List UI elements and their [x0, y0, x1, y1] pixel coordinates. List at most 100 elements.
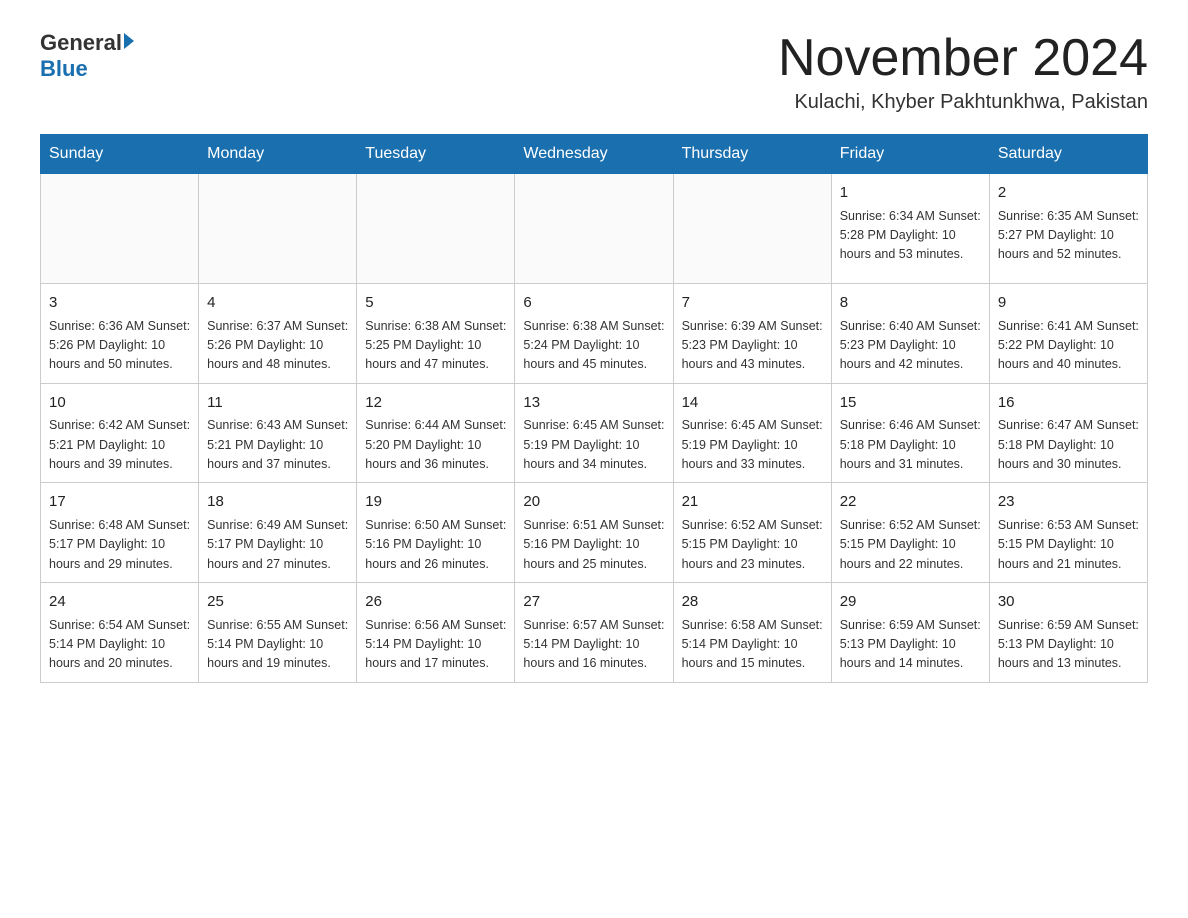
- day-cell: 13Sunrise: 6:45 AM Sunset: 5:19 PM Dayli…: [515, 383, 673, 483]
- day-info: Sunrise: 6:57 AM Sunset: 5:14 PM Dayligh…: [523, 616, 664, 674]
- day-number: 7: [682, 292, 823, 315]
- day-number: 8: [840, 292, 981, 315]
- calendar-table: SundayMondayTuesdayWednesdayThursdayFrid…: [40, 134, 1148, 683]
- day-cell: 16Sunrise: 6:47 AM Sunset: 5:18 PM Dayli…: [989, 383, 1147, 483]
- day-info: Sunrise: 6:49 AM Sunset: 5:17 PM Dayligh…: [207, 516, 348, 574]
- day-cell: 9Sunrise: 6:41 AM Sunset: 5:22 PM Daylig…: [989, 284, 1147, 384]
- week-row-2: 3Sunrise: 6:36 AM Sunset: 5:26 PM Daylig…: [41, 284, 1148, 384]
- day-info: Sunrise: 6:34 AM Sunset: 5:28 PM Dayligh…: [840, 207, 981, 265]
- day-cell: 11Sunrise: 6:43 AM Sunset: 5:21 PM Dayli…: [199, 383, 357, 483]
- day-info: Sunrise: 6:40 AM Sunset: 5:23 PM Dayligh…: [840, 317, 981, 375]
- day-cell: 15Sunrise: 6:46 AM Sunset: 5:18 PM Dayli…: [831, 383, 989, 483]
- day-number: 6: [523, 292, 664, 315]
- day-number: 3: [49, 292, 190, 315]
- week-row-4: 17Sunrise: 6:48 AM Sunset: 5:17 PM Dayli…: [41, 483, 1148, 583]
- day-info: Sunrise: 6:50 AM Sunset: 5:16 PM Dayligh…: [365, 516, 506, 574]
- day-number: 13: [523, 392, 664, 415]
- weekday-header-monday: Monday: [199, 135, 357, 174]
- day-cell: 10Sunrise: 6:42 AM Sunset: 5:21 PM Dayli…: [41, 383, 199, 483]
- day-number: 18: [207, 491, 348, 514]
- day-number: 14: [682, 392, 823, 415]
- day-number: 1: [840, 182, 981, 205]
- day-number: 20: [523, 491, 664, 514]
- day-cell: 3Sunrise: 6:36 AM Sunset: 5:26 PM Daylig…: [41, 284, 199, 384]
- day-cell: 25Sunrise: 6:55 AM Sunset: 5:14 PM Dayli…: [199, 583, 357, 683]
- week-row-5: 24Sunrise: 6:54 AM Sunset: 5:14 PM Dayli…: [41, 583, 1148, 683]
- location-text: Kulachi, Khyber Pakhtunkhwa, Pakistan: [778, 91, 1148, 114]
- day-cell: 30Sunrise: 6:59 AM Sunset: 5:13 PM Dayli…: [989, 583, 1147, 683]
- day-cell: 26Sunrise: 6:56 AM Sunset: 5:14 PM Dayli…: [357, 583, 515, 683]
- day-number: 4: [207, 292, 348, 315]
- logo: General Blue: [40, 30, 134, 82]
- day-cell: 23Sunrise: 6:53 AM Sunset: 5:15 PM Dayli…: [989, 483, 1147, 583]
- day-number: 17: [49, 491, 190, 514]
- day-info: Sunrise: 6:48 AM Sunset: 5:17 PM Dayligh…: [49, 516, 190, 574]
- day-cell: 29Sunrise: 6:59 AM Sunset: 5:13 PM Dayli…: [831, 583, 989, 683]
- weekday-header-row: SundayMondayTuesdayWednesdayThursdayFrid…: [41, 135, 1148, 174]
- day-info: Sunrise: 6:38 AM Sunset: 5:24 PM Dayligh…: [523, 317, 664, 375]
- day-number: 27: [523, 591, 664, 614]
- day-info: Sunrise: 6:52 AM Sunset: 5:15 PM Dayligh…: [682, 516, 823, 574]
- weekday-header-tuesday: Tuesday: [357, 135, 515, 174]
- logo-general-text: General: [40, 30, 122, 56]
- day-info: Sunrise: 6:39 AM Sunset: 5:23 PM Dayligh…: [682, 317, 823, 375]
- weekday-header-saturday: Saturday: [989, 135, 1147, 174]
- day-info: Sunrise: 6:51 AM Sunset: 5:16 PM Dayligh…: [523, 516, 664, 574]
- weekday-header-friday: Friday: [831, 135, 989, 174]
- day-cell: 2Sunrise: 6:35 AM Sunset: 5:27 PM Daylig…: [989, 174, 1147, 284]
- day-cell: [41, 174, 199, 284]
- day-number: 28: [682, 591, 823, 614]
- day-number: 9: [998, 292, 1139, 315]
- day-cell: 5Sunrise: 6:38 AM Sunset: 5:25 PM Daylig…: [357, 284, 515, 384]
- day-number: 12: [365, 392, 506, 415]
- day-info: Sunrise: 6:43 AM Sunset: 5:21 PM Dayligh…: [207, 416, 348, 474]
- week-row-1: 1Sunrise: 6:34 AM Sunset: 5:28 PM Daylig…: [41, 174, 1148, 284]
- day-cell: [199, 174, 357, 284]
- weekday-header-wednesday: Wednesday: [515, 135, 673, 174]
- day-cell: 22Sunrise: 6:52 AM Sunset: 5:15 PM Dayli…: [831, 483, 989, 583]
- day-cell: 6Sunrise: 6:38 AM Sunset: 5:24 PM Daylig…: [515, 284, 673, 384]
- title-block: November 2024 Kulachi, Khyber Pakhtunkhw…: [778, 30, 1148, 114]
- day-info: Sunrise: 6:44 AM Sunset: 5:20 PM Dayligh…: [365, 416, 506, 474]
- day-info: Sunrise: 6:42 AM Sunset: 5:21 PM Dayligh…: [49, 416, 190, 474]
- day-cell: [357, 174, 515, 284]
- page-header: General Blue November 2024 Kulachi, Khyb…: [40, 30, 1148, 114]
- day-number: 30: [998, 591, 1139, 614]
- day-number: 23: [998, 491, 1139, 514]
- day-number: 21: [682, 491, 823, 514]
- day-number: 5: [365, 292, 506, 315]
- day-number: 22: [840, 491, 981, 514]
- day-info: Sunrise: 6:54 AM Sunset: 5:14 PM Dayligh…: [49, 616, 190, 674]
- day-info: Sunrise: 6:46 AM Sunset: 5:18 PM Dayligh…: [840, 416, 981, 474]
- day-info: Sunrise: 6:35 AM Sunset: 5:27 PM Dayligh…: [998, 207, 1139, 265]
- day-cell: 7Sunrise: 6:39 AM Sunset: 5:23 PM Daylig…: [673, 284, 831, 384]
- day-cell: 17Sunrise: 6:48 AM Sunset: 5:17 PM Dayli…: [41, 483, 199, 583]
- logo-blue-text: Blue: [40, 56, 88, 82]
- day-info: Sunrise: 6:56 AM Sunset: 5:14 PM Dayligh…: [365, 616, 506, 674]
- day-info: Sunrise: 6:58 AM Sunset: 5:14 PM Dayligh…: [682, 616, 823, 674]
- day-number: 24: [49, 591, 190, 614]
- day-cell: 14Sunrise: 6:45 AM Sunset: 5:19 PM Dayli…: [673, 383, 831, 483]
- day-info: Sunrise: 6:37 AM Sunset: 5:26 PM Dayligh…: [207, 317, 348, 375]
- day-cell: 20Sunrise: 6:51 AM Sunset: 5:16 PM Dayli…: [515, 483, 673, 583]
- day-info: Sunrise: 6:38 AM Sunset: 5:25 PM Dayligh…: [365, 317, 506, 375]
- day-cell: 18Sunrise: 6:49 AM Sunset: 5:17 PM Dayli…: [199, 483, 357, 583]
- week-row-3: 10Sunrise: 6:42 AM Sunset: 5:21 PM Dayli…: [41, 383, 1148, 483]
- day-info: Sunrise: 6:59 AM Sunset: 5:13 PM Dayligh…: [998, 616, 1139, 674]
- day-number: 10: [49, 392, 190, 415]
- day-info: Sunrise: 6:59 AM Sunset: 5:13 PM Dayligh…: [840, 616, 981, 674]
- day-cell: 1Sunrise: 6:34 AM Sunset: 5:28 PM Daylig…: [831, 174, 989, 284]
- weekday-header-thursday: Thursday: [673, 135, 831, 174]
- day-number: 11: [207, 392, 348, 415]
- day-info: Sunrise: 6:53 AM Sunset: 5:15 PM Dayligh…: [998, 516, 1139, 574]
- day-cell: 8Sunrise: 6:40 AM Sunset: 5:23 PM Daylig…: [831, 284, 989, 384]
- day-info: Sunrise: 6:45 AM Sunset: 5:19 PM Dayligh…: [682, 416, 823, 474]
- day-info: Sunrise: 6:36 AM Sunset: 5:26 PM Dayligh…: [49, 317, 190, 375]
- day-cell: 28Sunrise: 6:58 AM Sunset: 5:14 PM Dayli…: [673, 583, 831, 683]
- day-number: 16: [998, 392, 1139, 415]
- day-cell: 21Sunrise: 6:52 AM Sunset: 5:15 PM Dayli…: [673, 483, 831, 583]
- day-cell: 27Sunrise: 6:57 AM Sunset: 5:14 PM Dayli…: [515, 583, 673, 683]
- logo-text: General: [40, 30, 134, 56]
- day-info: Sunrise: 6:52 AM Sunset: 5:15 PM Dayligh…: [840, 516, 981, 574]
- day-info: Sunrise: 6:47 AM Sunset: 5:18 PM Dayligh…: [998, 416, 1139, 474]
